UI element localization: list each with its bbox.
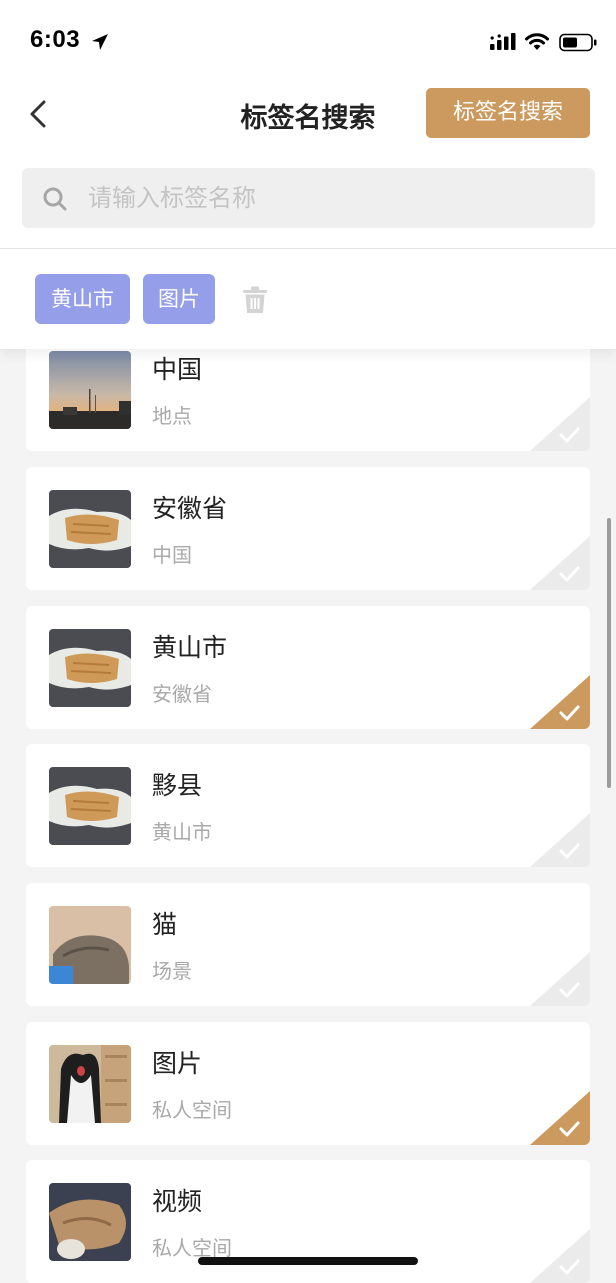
item-title: 安徽省: [152, 494, 228, 523]
selected-tags-bar: 黄山市 图片: [0, 248, 616, 349]
item-title: 中国: [152, 355, 203, 384]
item-title: 图片: [152, 1049, 203, 1078]
checkmark-corner-icon[interactable]: [530, 1229, 590, 1283]
search-icon: [43, 187, 67, 211]
cellular-signal-icon: [490, 33, 516, 50]
home-indicator: [198, 1257, 418, 1265]
cat-plush-photo: [49, 1183, 131, 1261]
item-subtitle: 地点: [152, 404, 192, 428]
item-title: 猫: [152, 910, 178, 939]
status-bar: 6:03: [0, 0, 616, 88]
item-title: 视频: [152, 1187, 203, 1216]
selected-tag-chip[interactable]: 图片: [143, 274, 215, 324]
sunset-street-photo: [49, 351, 131, 429]
item-title: 黄山市: [152, 633, 228, 662]
checkmark-corner-icon[interactable]: [530, 397, 590, 451]
tag-search-button[interactable]: 标签名搜索: [426, 88, 590, 138]
status-time: 6:03: [30, 26, 81, 53]
cat-lying-photo: [49, 629, 131, 707]
list-item[interactable]: 黟县 黄山市: [26, 744, 590, 867]
item-subtitle: 中国: [152, 543, 192, 567]
battery-icon: [559, 33, 597, 52]
scrollbar[interactable]: [607, 518, 611, 788]
search-input[interactable]: [88, 168, 568, 228]
cat-sleeping-photo: [49, 906, 131, 984]
trash-icon[interactable]: [242, 286, 268, 314]
item-subtitle: 私人空间: [152, 1098, 232, 1122]
selected-tag-chip[interactable]: 黄山市: [35, 274, 130, 324]
item-subtitle: 安徽省: [152, 682, 212, 706]
search-box[interactable]: [22, 168, 595, 228]
item-subtitle: 黄山市: [152, 820, 212, 844]
checkmark-corner-icon[interactable]: [530, 536, 590, 590]
checkmark-corner-icon[interactable]: [530, 952, 590, 1006]
list-item[interactable]: 安徽省 中国: [26, 467, 590, 590]
wifi-icon: [525, 33, 549, 50]
checkmark-corner-icon[interactable]: [530, 813, 590, 867]
nav-bar: 标签名搜索 标签名搜索: [0, 88, 616, 248]
black-white-cat-photo: [49, 1045, 131, 1123]
cat-lying-photo: [49, 490, 131, 568]
list-item[interactable]: 猫 场景: [26, 883, 590, 1006]
list-item[interactable]: 图片 私人空间: [26, 1022, 590, 1145]
item-subtitle: 场景: [152, 959, 192, 983]
location-arrow-icon: [92, 34, 108, 50]
checkmark-corner-icon[interactable]: [530, 1091, 590, 1145]
list-item[interactable]: 黄山市 安徽省: [26, 606, 590, 729]
checkmark-corner-icon[interactable]: [530, 675, 590, 729]
item-title: 黟县: [152, 771, 203, 800]
cat-lying-photo: [49, 767, 131, 845]
